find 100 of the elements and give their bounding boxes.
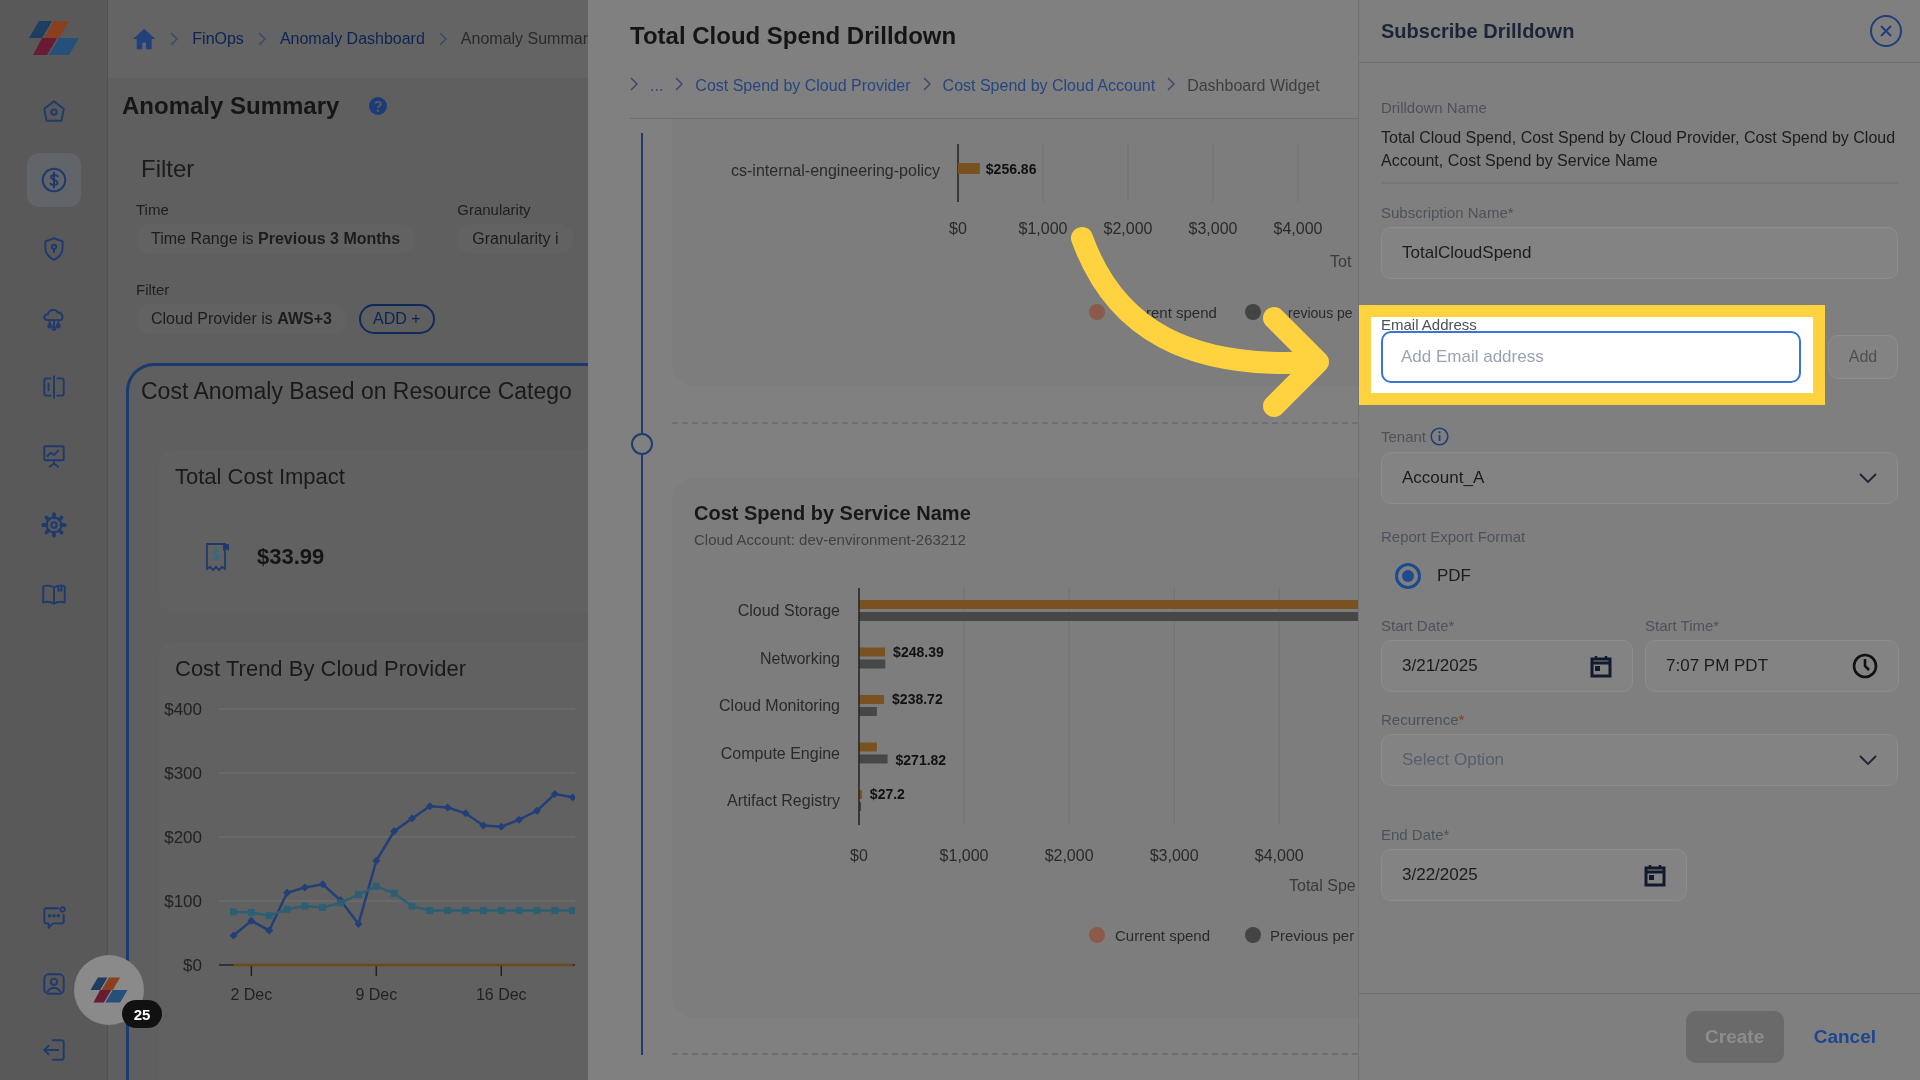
axis-line: [957, 143, 959, 203]
settings-icon: [39, 511, 68, 539]
dollar-icon: [39, 166, 68, 194]
receipt-icon: [205, 542, 231, 572]
category-label: Networking: [759, 649, 840, 667]
category-label: Compute Engine: [720, 744, 840, 762]
drilldown-name: Total Cloud Spend, Cost Spend by Cloud Provider, Cost Spend by Cloud Account, Cost Spend by Service Name: [1381, 128, 1897, 171]
data-point: [569, 907, 575, 915]
data-point: [354, 891, 362, 899]
data-point: [390, 827, 399, 836]
axis-title: Tot: [1330, 253, 1352, 270]
card-title: Cost Trend By Cloud Provider: [175, 656, 468, 682]
category-label: Artifact Registry: [727, 792, 840, 809]
data-point: [425, 802, 434, 811]
bar: [859, 659, 886, 669]
data-point: [283, 905, 291, 913]
data-point: [265, 926, 274, 935]
value-label: $27.2: [869, 786, 905, 802]
breadcrumb-item[interactable]: Cost Spend by Cloud Account: [942, 77, 1156, 95]
subscription-name-field[interactable]: TotalCloudSpend: [1381, 227, 1898, 279]
filter-label: Filter: [136, 281, 171, 298]
start-date-field[interactable]: 3/21/2025: [1381, 640, 1633, 692]
email-field[interactable]: Add Email address: [1381, 331, 1801, 383]
notification-badge: 25: [122, 1000, 162, 1028]
filter-label: Time: [136, 201, 170, 218]
legend-label: rent spend: [1146, 304, 1217, 321]
value-label: $271.82: [895, 751, 947, 768]
axis-label: 16 Dec: [475, 986, 527, 1003]
axis-title: Total Spe: [1289, 877, 1356, 894]
axis-label: $200: [164, 828, 202, 847]
data-point: [426, 907, 434, 915]
data-point: [462, 907, 470, 915]
data-point: [532, 806, 541, 815]
clock-icon: [1852, 653, 1878, 679]
close-button[interactable]: [1870, 15, 1902, 47]
calendar-icon: [1644, 863, 1666, 887]
card-title: Total Cost Impact: [175, 464, 346, 490]
data-point: [568, 793, 575, 802]
chart-subtitle: Cloud Account: dev-environment-263212: [694, 531, 967, 548]
end-date-field[interactable]: 3/22/2025: [1381, 849, 1687, 901]
category-label: Cloud Storage: [737, 602, 840, 619]
axis-label: $1,000: [1018, 220, 1068, 237]
radio-button[interactable]: [1395, 563, 1421, 589]
axis-label: $0: [949, 220, 967, 237]
sidebar-item[interactable]: [26, 153, 81, 207]
data-point: [479, 907, 487, 915]
axis-label: $300: [164, 764, 202, 783]
breadcrumb-item: Anomaly Summar: [460, 30, 588, 48]
start-time-field[interactable]: 7:07 PM PDT: [1645, 640, 1899, 692]
value-label: $238.72: [892, 691, 943, 707]
app-logo: [26, 18, 81, 58]
timeline-node: [631, 433, 653, 455]
legend-label: Current spend: [1115, 927, 1211, 944]
breadcrumb-item[interactable]: FinOps: [192, 30, 244, 48]
info-icon[interactable]: [1430, 427, 1450, 446]
chevron-down-icon: [1859, 755, 1877, 765]
add-filter-button[interactable]: ADD +: [358, 304, 435, 334]
axis-label: $2,000: [1044, 847, 1094, 864]
panel-title: Subscribe Drilldown: [1381, 19, 1575, 43]
category-label: cs-internal-engineering-policy: [731, 162, 940, 179]
chevron-icon: [257, 32, 266, 46]
bar: [958, 163, 980, 174]
data-point: [300, 883, 309, 892]
breadcrumb-item[interactable]: ...: [650, 77, 664, 95]
legend-label: revious pe: [1288, 305, 1353, 321]
value-label: $248.39: [893, 643, 944, 660]
data-point: [229, 931, 238, 940]
axis-label: 9 Dec: [355, 986, 398, 1003]
axis-label: $4,000: [1273, 220, 1323, 237]
data-point: [515, 815, 524, 824]
tenant-dropdown[interactable]: Account_A: [1381, 452, 1898, 504]
axis-label: $0: [850, 847, 868, 864]
axis-label: $400: [164, 700, 202, 719]
field-label: Email Address: [1381, 317, 1478, 333]
chevron-icon: [922, 77, 931, 91]
help-icon[interactable]: [369, 97, 388, 115]
axis-label: $100: [164, 892, 202, 911]
data-point: [479, 821, 488, 830]
page-title: Anomaly Summary: [122, 92, 340, 120]
breadcrumb-item[interactable]: Anomaly Dashboard: [279, 30, 425, 48]
data-point: [408, 814, 416, 823]
cancel-button[interactable]: Cancel: [1813, 1026, 1876, 1048]
data-point: [301, 902, 309, 910]
data-point: [461, 809, 470, 818]
required-mark: *: [1458, 711, 1465, 728]
axis-label: $4,000: [1254, 847, 1304, 864]
bar: [859, 754, 888, 764]
chevron-icon: [170, 32, 179, 46]
axis-label: 2 Dec: [230, 986, 273, 1003]
data-point: [444, 907, 452, 915]
data-point: [319, 903, 327, 911]
data-point: [515, 907, 523, 915]
home-icon[interactable]: [132, 27, 157, 51]
data-point: [372, 856, 381, 865]
breadcrumb-item[interactable]: Cost Spend by Cloud Provider: [695, 77, 911, 95]
bar: [859, 695, 885, 704]
data-point: [550, 790, 559, 799]
bar: [859, 742, 877, 752]
card-title: Cost Anomaly Based on Resource Catego: [141, 378, 573, 405]
cost-value: $33.99: [257, 544, 325, 570]
